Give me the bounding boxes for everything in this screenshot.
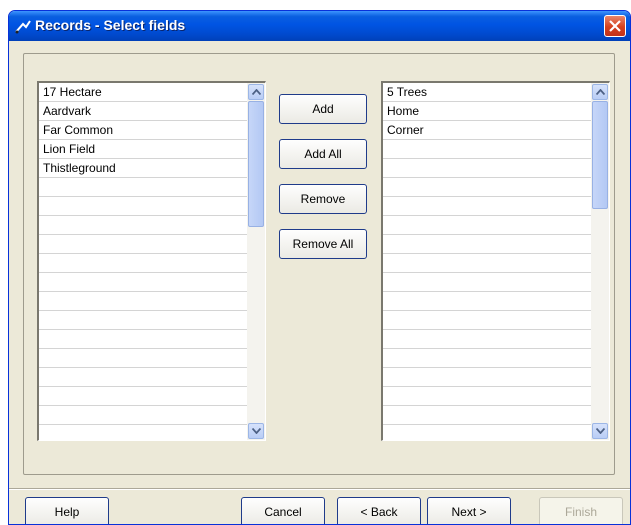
left-scrollbar[interactable] <box>247 83 265 440</box>
right-scrollbar[interactable] <box>591 83 609 440</box>
selected-fields-list[interactable]: 5 Trees Home Corner <box>381 81 610 441</box>
scroll-thumb[interactable] <box>248 101 264 227</box>
empty-row <box>39 273 247 292</box>
empty-row <box>383 330 591 349</box>
title-bar[interactable]: Records - Select fields <box>9 11 630 41</box>
next-button[interactable]: Next > <box>427 497 511 524</box>
empty-row <box>39 349 247 368</box>
empty-row <box>39 330 247 349</box>
empty-row <box>39 406 247 425</box>
app-icon <box>15 20 31 34</box>
empty-row <box>383 178 591 197</box>
window-title: Records - Select fields <box>35 17 186 33</box>
empty-row <box>383 197 591 216</box>
add-button[interactable]: Add <box>279 94 367 124</box>
empty-row <box>39 425 247 440</box>
list-item[interactable]: Lion Field <box>39 140 247 159</box>
list-item[interactable]: 5 Trees <box>383 83 591 102</box>
scroll-up-button[interactable] <box>248 84 264 100</box>
remove-button[interactable]: Remove <box>279 184 367 214</box>
empty-row <box>39 311 247 330</box>
cancel-button[interactable]: Cancel <box>241 497 325 524</box>
scroll-up-icon <box>252 89 261 95</box>
empty-row <box>39 368 247 387</box>
empty-row <box>39 235 247 254</box>
empty-row <box>383 387 591 406</box>
list-item[interactable]: Home <box>383 102 591 121</box>
empty-row <box>383 216 591 235</box>
add-all-button[interactable]: Add All <box>279 139 367 169</box>
footer-separator <box>9 488 630 490</box>
help-button[interactable]: Help <box>25 497 109 524</box>
scroll-down-button[interactable] <box>248 423 264 439</box>
empty-row <box>39 254 247 273</box>
empty-row <box>383 254 591 273</box>
scroll-up-icon <box>596 89 605 95</box>
list-item[interactable]: Thistleground <box>39 159 247 178</box>
scroll-up-button[interactable] <box>592 84 608 100</box>
empty-row <box>383 311 591 330</box>
finish-button: Finish <box>539 497 623 524</box>
available-fields-list[interactable]: 17 Hectare Aardvark Far Common Lion Fiel… <box>37 81 266 441</box>
close-icon <box>609 20 621 32</box>
list-item[interactable]: Corner <box>383 121 591 140</box>
empty-row <box>383 292 591 311</box>
list-item[interactable]: Aardvark <box>39 102 247 121</box>
scroll-down-icon <box>252 428 261 434</box>
empty-row <box>383 273 591 292</box>
empty-row <box>39 292 247 311</box>
list-item[interactable]: 17 Hectare <box>39 83 247 102</box>
scroll-thumb[interactable] <box>592 101 608 209</box>
empty-row <box>383 235 591 254</box>
empty-row <box>383 349 591 368</box>
scroll-down-icon <box>596 428 605 434</box>
empty-row <box>383 406 591 425</box>
empty-row <box>383 159 591 178</box>
close-button[interactable] <box>604 15 626 37</box>
empty-row <box>383 425 591 440</box>
remove-all-button[interactable]: Remove All <box>279 229 367 259</box>
dialog-body: 17 Hectare Aardvark Far Common Lion Fiel… <box>9 41 630 524</box>
empty-row <box>383 368 591 387</box>
selected-fields-rows: 5 Trees Home Corner <box>383 83 591 440</box>
empty-row <box>39 178 247 197</box>
empty-row <box>39 216 247 235</box>
list-item[interactable]: Far Common <box>39 121 247 140</box>
dialog-window: Records - Select fields 17 Hectare Aardv… <box>8 10 631 525</box>
available-fields-rows: 17 Hectare Aardvark Far Common Lion Fiel… <box>39 83 247 440</box>
empty-row <box>39 387 247 406</box>
empty-row <box>39 197 247 216</box>
back-button[interactable]: < Back <box>337 497 421 524</box>
scroll-down-button[interactable] <box>592 423 608 439</box>
empty-row <box>383 140 591 159</box>
